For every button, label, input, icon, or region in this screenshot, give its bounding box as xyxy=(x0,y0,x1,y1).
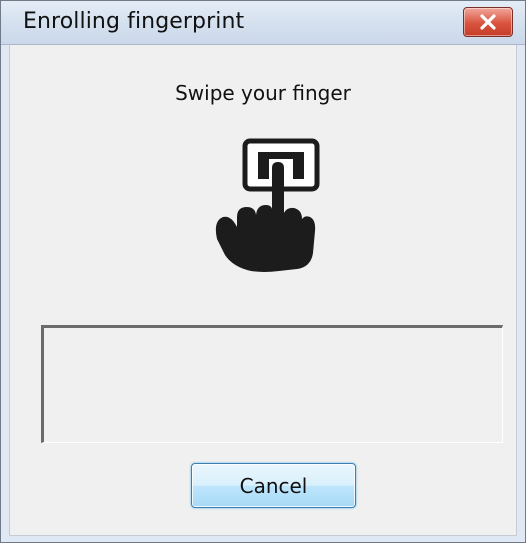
finger-swipe-icon xyxy=(215,138,320,272)
close-button[interactable] xyxy=(463,7,513,37)
instruction-text: Swipe your finger xyxy=(175,81,351,105)
close-icon xyxy=(480,14,496,30)
cancel-button[interactable]: Cancel xyxy=(191,463,356,508)
title-bar[interactable]: Enrolling fingerprint xyxy=(1,1,525,45)
status-panel xyxy=(41,325,503,443)
dialog-window: Enrolling fingerprint Swipe your finger … xyxy=(0,0,526,543)
window-title: Enrolling fingerprint xyxy=(23,9,245,34)
dialog-body: Swipe your finger Cancel xyxy=(9,45,517,536)
